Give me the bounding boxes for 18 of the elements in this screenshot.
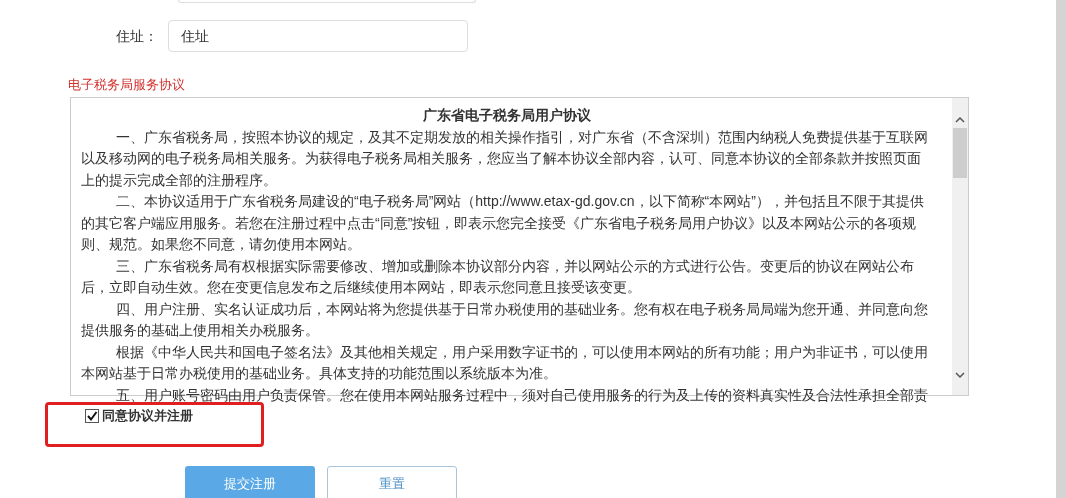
check-icon [86,409,98,422]
scroll-down-icon[interactable] [954,369,966,381]
consent-label[interactable]: 同意协议并注册 [102,406,193,426]
agreement-paragraph: 三、广东省税务局有权根据实际需要修改、增加或删除本协议部分内容，并以网站公示的方式进行公告。变更后的协议在网站公布后，立即自动生效。您在变更信息发布之后继续使用本网站，即表示您同意且接受该变更。 [81,256,915,297]
address-field[interactable]: 住址 [168,20,468,52]
agreement-paragraph: 五、用户账号密码由用户负责保管。您在使用本网站服务过程中，须对自己使用服务的行为及上传的资料真实性及合法性承担全部责 [115,385,929,405]
reset-button[interactable]: 重置 [327,465,457,498]
consent-checkbox[interactable] [85,408,99,423]
agreement-paragraph: 一、广东省税务局，按照本协议的规定，及其不定期发放的相关操作指引，对广东省（不含深圳）范围内纳税人免费提供基于互联网以及移动网的电子税务局相关服务。为获得电子税务局相关服务，您应当了解本协议全部内容，认可、同意本协议的全部条款并按照页面上的提示完成全部的注册程序。 [81,127,929,190]
scrollbar[interactable] [952,98,968,395]
field-label: 住址： [115,26,159,46]
agreement-paragraph: 四、用户注册、实名认证成功后，本网站将为您提供基于日常办税使用的基础业务。您有权在电子税务局局端为您开通、并同意向您提供服务的基础上使用相关办税服务。 [81,299,929,340]
agreement-title: 广东省电子税务局用户协议 [421,106,592,125]
section-heading: 电子税务局服务协议 [68,76,186,94]
page-scrollbar[interactable] [1056,0,1066,498]
agreement-paragraph: 二、本协议适用于广东省税务局建设的“电子税务局”网站（http://www.etax-gd.gov.cn，以下简称“本网站”），并包括且不限于其提供的其它客户端应用服务。若您在注册过程中点击“同意”按钮，即表示您完全接受《广东省电子税务局用户协议》以及本网站公示的各项规则、规范。如果您不同意，请勿使用本网站。 [81,192,925,254]
agreement-paragraph: 根据《中华人民共和国电子签名法》及其他相关规定，用户采用数字证书的，可以使用本网站的所有功能；用户为非证书，可以使用本网站基于日常办税使用的基础业务。具体支持的功能范围以系统版本为准。 [81,342,929,383]
scrollbar-thumb[interactable] [953,128,967,178]
